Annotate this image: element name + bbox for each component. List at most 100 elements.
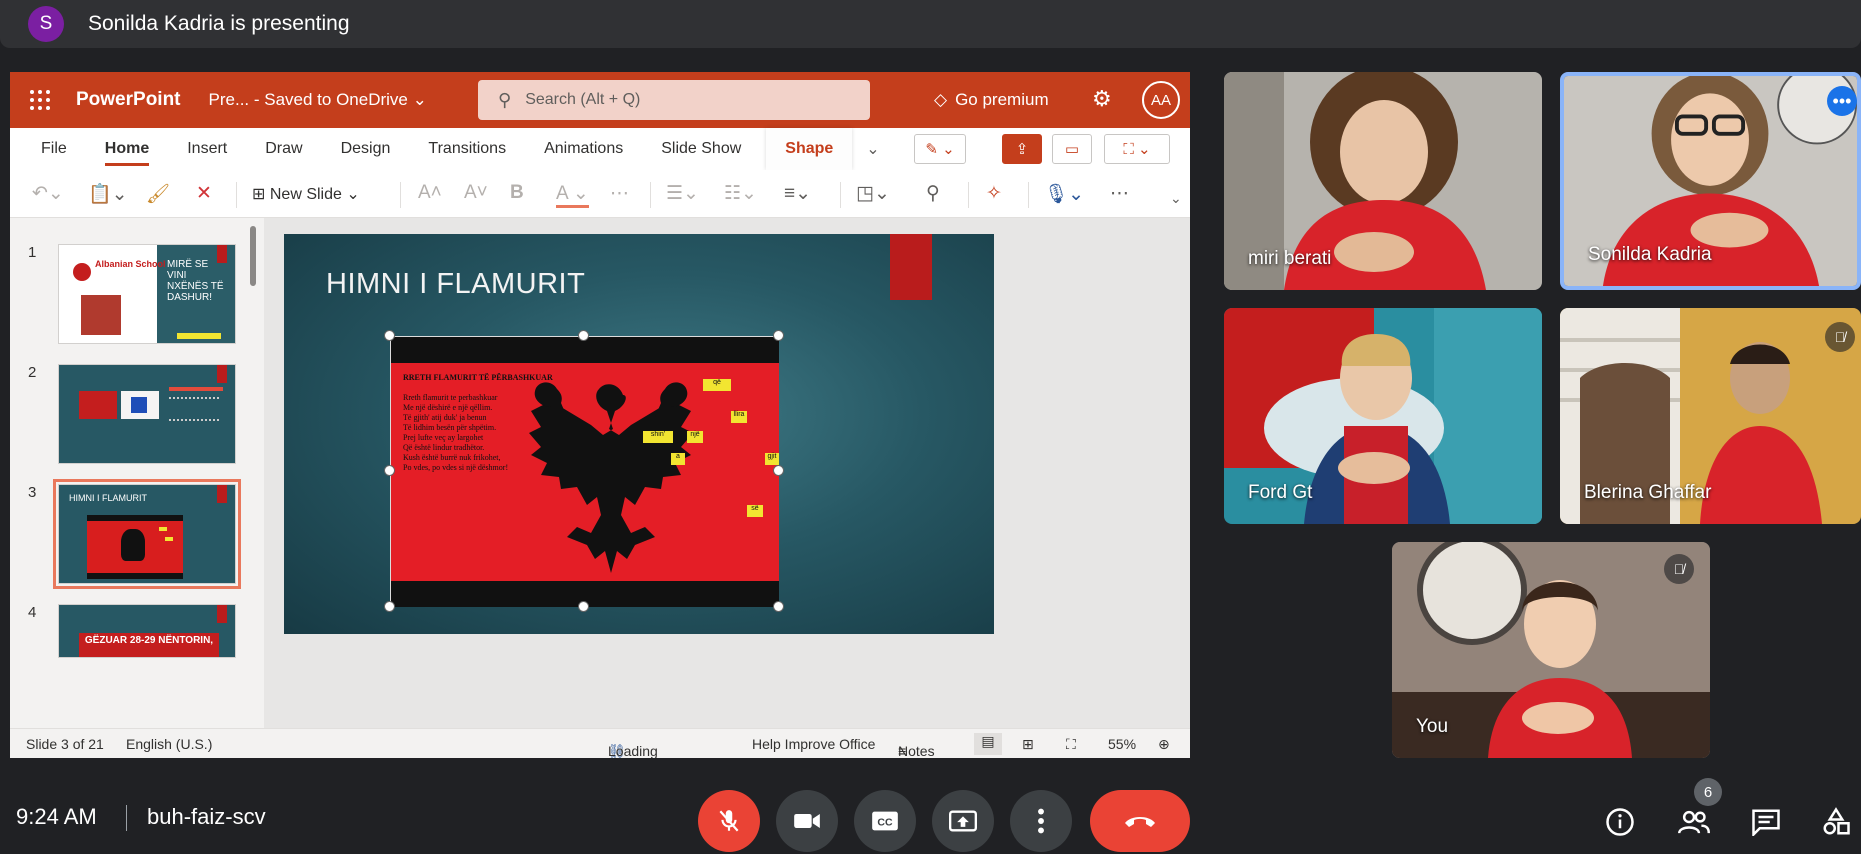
more-options-icon[interactable]: ••• [1827, 86, 1857, 116]
yellow-tag: që [703, 379, 731, 391]
document-title[interactable]: Pre... - Saved to OneDrive ⌄ [209, 90, 427, 110]
undo-icon[interactable]: ↶⌄ [32, 182, 64, 205]
ppt-status-bar: Slide 3 of 21 English (U.S.) ⛓ Loading A… [10, 728, 1190, 758]
participant-tile[interactable]: Ford Gt [1224, 308, 1542, 524]
chat-icon [1752, 809, 1780, 836]
bold-icon[interactable]: B [510, 182, 524, 204]
participant-tile-active-speaker[interactable]: ••• Sonilda Kadria [1560, 72, 1861, 290]
chat-button[interactable] [1748, 804, 1784, 840]
dictate-icon[interactable]: 🎙⌄ [1044, 182, 1084, 206]
present-now-button[interactable] [932, 790, 994, 852]
slide-title[interactable]: HIMNI I FLAMURIT [326, 268, 585, 301]
increase-font-icon[interactable]: A˄ [418, 182, 442, 204]
ribbon-collapse-chevron-icon[interactable]: ⌄ [866, 139, 879, 159]
meeting-details-button[interactable] [1602, 804, 1638, 840]
slide-count: Slide 3 of 21 [26, 736, 104, 752]
poem-line: Të lidhim besën për shpëtim. [403, 423, 497, 432]
paste-icon[interactable]: 📋⌄ [88, 182, 128, 206]
comments-button[interactable]: ▭ [1052, 134, 1092, 164]
tab-slide-show[interactable]: Slide Show [642, 128, 760, 170]
tab-draw[interactable]: Draw [246, 128, 321, 170]
normal-view-icon[interactable]: ▤ [974, 733, 1002, 755]
account-avatar[interactable]: AA [1142, 81, 1180, 119]
notes-label: Notes [898, 743, 935, 758]
sorter-view-icon[interactable]: ⊞ [1022, 736, 1034, 753]
new-slide-icon: ⊞ [252, 186, 266, 203]
app-launcher-icon[interactable] [30, 88, 54, 112]
expand-ribbon-icon[interactable]: ⌄ [1170, 190, 1182, 207]
zoom-level[interactable]: 55% [1108, 736, 1136, 752]
resize-handle[interactable] [384, 330, 395, 341]
thumbnail-scrollbar[interactable] [250, 226, 256, 286]
selected-flag-image[interactable]: RRETH FLAMURIT TË PËRBASHKUAR Rreth flam… [390, 336, 779, 607]
present-dropdown-button[interactable]: ⛶ ⌄ [1104, 134, 1170, 164]
bullets-icon[interactable]: ☰⌄ [666, 182, 699, 205]
tab-transitions[interactable]: Transitions [409, 128, 525, 170]
captions-button[interactable]: CC [854, 790, 916, 852]
people-icon [1678, 810, 1710, 834]
gear-icon[interactable]: ⚙ [1092, 86, 1112, 112]
pen-dropdown-button[interactable]: ✎ ⌄ [914, 134, 966, 164]
delete-icon[interactable]: ✕ [196, 182, 212, 205]
help-improve-link[interactable]: Help Improve Office [752, 736, 875, 752]
participant-name: miri berati [1248, 248, 1332, 269]
align-icon[interactable]: ≡⌄ [784, 182, 811, 205]
tab-animations[interactable]: Animations [525, 128, 642, 170]
reading-view-icon[interactable]: ⛶ [1066, 736, 1076, 753]
shapes-icon[interactable]: ◳⌄ [856, 182, 890, 205]
tab-shape[interactable]: Shape [766, 128, 853, 170]
resize-handle[interactable] [578, 601, 589, 612]
find-icon[interactable]: ⚲ [926, 182, 940, 205]
leave-call-button[interactable] [1090, 790, 1190, 852]
slide-thumbnail-4[interactable]: GËZUAR 28-29 NËNTORIN, [58, 604, 236, 658]
poem-line: Prej lufte veç ay largohet [403, 433, 484, 442]
self-view-tile[interactable]: 🎙̸ You [1392, 542, 1710, 758]
captions-icon: CC [872, 811, 898, 831]
share-button[interactable]: ⇪ [1002, 134, 1042, 164]
fit-slide-icon[interactable]: ⊕ [1158, 736, 1170, 753]
participant-tile[interactable]: 🎙̸ Blerina Ghaffar [1560, 308, 1861, 524]
format-painter-icon[interactable]: 🖌 [146, 182, 170, 206]
thumbnail-number: 3 [28, 484, 37, 501]
document-title-text: Pre... - Saved to OneDrive [208, 90, 408, 109]
yellow-tag: a [671, 453, 685, 465]
language-status[interactable]: English (U.S.) [126, 736, 212, 752]
chevron-down-icon: ⌄ [412, 90, 427, 109]
tab-home[interactable]: Home [86, 128, 168, 170]
participants-button[interactable] [1676, 804, 1712, 840]
mic-off-icon [719, 810, 739, 832]
search-icon: ⚲ [498, 89, 512, 110]
slide-thumbnail-1[interactable]: Albanian School MIRË SE VINI NXËNËS TË D… [58, 244, 236, 344]
font-color-icon[interactable]: A ⌄ [556, 182, 589, 208]
poem-title: RRETH FLAMURIT TË PËRBASHKUAR [403, 373, 553, 382]
new-slide-button[interactable]: ⊞ New Slide ⌄ [252, 184, 360, 204]
decrease-font-icon[interactable]: A˅ [464, 182, 488, 204]
camera-toggle-button[interactable] [776, 790, 838, 852]
resize-handle[interactable] [578, 330, 589, 341]
designer-icon[interactable]: ✧ [986, 182, 1002, 205]
resize-handle[interactable] [773, 330, 784, 341]
resize-handle[interactable] [384, 601, 395, 612]
slide-thumbnail-3[interactable]: HIMNI I FLAMURIT [53, 479, 241, 589]
tab-file[interactable]: File [22, 128, 86, 170]
search-box[interactable]: ⚲ Search (Alt + Q) [478, 80, 870, 120]
poem-line: Po vdes, po vdes si një dëshmor! [403, 463, 509, 472]
more-font-options-icon[interactable]: ⋯ [610, 182, 629, 205]
resize-handle[interactable] [773, 465, 784, 476]
numbering-icon[interactable]: ☷⌄ [724, 182, 757, 205]
more-options-icon[interactable]: ⋯ [1110, 182, 1129, 205]
mic-toggle-button[interactable] [698, 790, 760, 852]
participant-name: Blerina Ghaffar [1584, 482, 1712, 503]
resize-handle[interactable] [773, 601, 784, 612]
go-premium-button[interactable]: ◇ Go premium [934, 72, 1049, 128]
tab-design[interactable]: Design [322, 128, 410, 170]
ppt-app-name[interactable]: PowerPoint [76, 89, 181, 111]
current-slide[interactable]: HIMNI I FLAMURIT RRETH FLAMURIT TË PËRBA… [284, 234, 994, 634]
participant-tile[interactable]: miri berati [1224, 72, 1542, 290]
tab-insert[interactable]: Insert [168, 128, 246, 170]
presenter-avatar: S [28, 6, 64, 42]
resize-handle[interactable] [384, 465, 395, 476]
activities-button[interactable] [1818, 804, 1854, 840]
more-options-button[interactable] [1010, 790, 1072, 852]
slide-thumbnail-2[interactable] [58, 364, 236, 464]
